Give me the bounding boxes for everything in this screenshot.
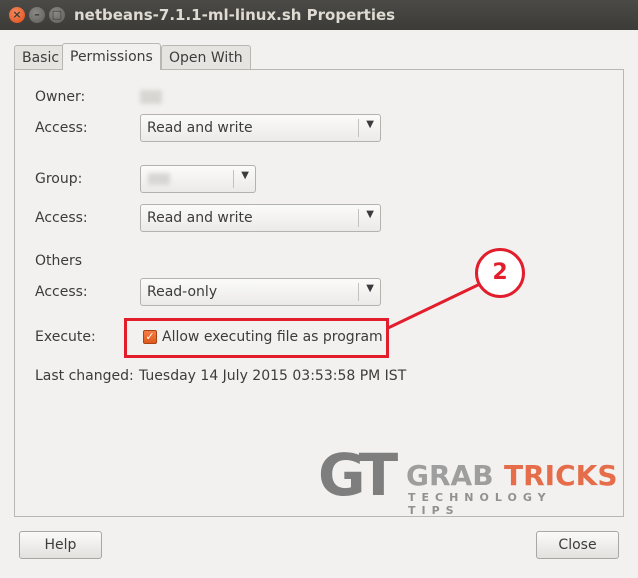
owner-value-redacted	[140, 90, 162, 104]
others-label: Others	[35, 253, 83, 269]
group-access-select[interactable]: Read and write ▼	[140, 204, 381, 232]
chevron-down-icon: ▼	[366, 119, 374, 130]
chevron-down-icon: ▼	[241, 170, 249, 181]
combo-separator	[358, 283, 359, 301]
group-label: Group:	[35, 171, 83, 187]
annotation-callout: 2	[475, 248, 525, 298]
owner-access-value: Read and write	[147, 120, 253, 136]
annotation-pointer-line	[387, 282, 481, 330]
group-value-redacted	[148, 173, 170, 185]
chevron-down-icon: ▼	[366, 209, 374, 220]
watermark-tagline: TECHNOLOGY TIPS	[408, 491, 552, 517]
execute-label: Execute:	[35, 329, 96, 345]
last-changed-label: Last changed:	[35, 368, 134, 384]
last-changed-value: Tuesday 14 July 2015 03:53:58 PM IST	[139, 368, 407, 384]
tab-open-with[interactable]: Open With	[161, 45, 251, 69]
group-select[interactable]: ▼	[140, 165, 256, 193]
owner-access-label: Access:	[35, 120, 88, 136]
combo-separator	[358, 209, 359, 227]
window-maximize-icon[interactable]: □	[49, 7, 65, 23]
annotation-highlight-box	[124, 318, 389, 358]
watermark-brand-b: TRICKS	[504, 459, 618, 492]
watermark-brand-a: GRAB	[406, 459, 494, 492]
watermark-logo-mark: GT	[318, 441, 398, 509]
group-access-label: Access:	[35, 210, 88, 226]
combo-separator	[233, 170, 234, 188]
others-access-value: Read-only	[147, 284, 218, 300]
window-title: netbeans-7.1.1-ml-linux.sh Properties	[74, 6, 396, 24]
chevron-down-icon: ▼	[366, 283, 374, 294]
tab-permissions[interactable]: Permissions	[62, 43, 161, 70]
tab-basic[interactable]: Basic	[14, 45, 68, 69]
close-button[interactable]: Close	[536, 531, 619, 559]
owner-access-select[interactable]: Read and write ▼	[140, 114, 381, 142]
title-bar: × – □ netbeans-7.1.1-ml-linux.sh Propert…	[0, 0, 638, 30]
window-minimize-icon[interactable]: –	[29, 7, 45, 23]
group-access-value: Read and write	[147, 210, 253, 226]
help-button[interactable]: Help	[19, 531, 102, 559]
owner-label: Owner:	[35, 89, 86, 105]
window-close-icon[interactable]: ×	[9, 7, 25, 23]
combo-separator	[358, 119, 359, 137]
others-access-select[interactable]: Read-only ▼	[140, 278, 381, 306]
others-access-label: Access:	[35, 284, 88, 300]
